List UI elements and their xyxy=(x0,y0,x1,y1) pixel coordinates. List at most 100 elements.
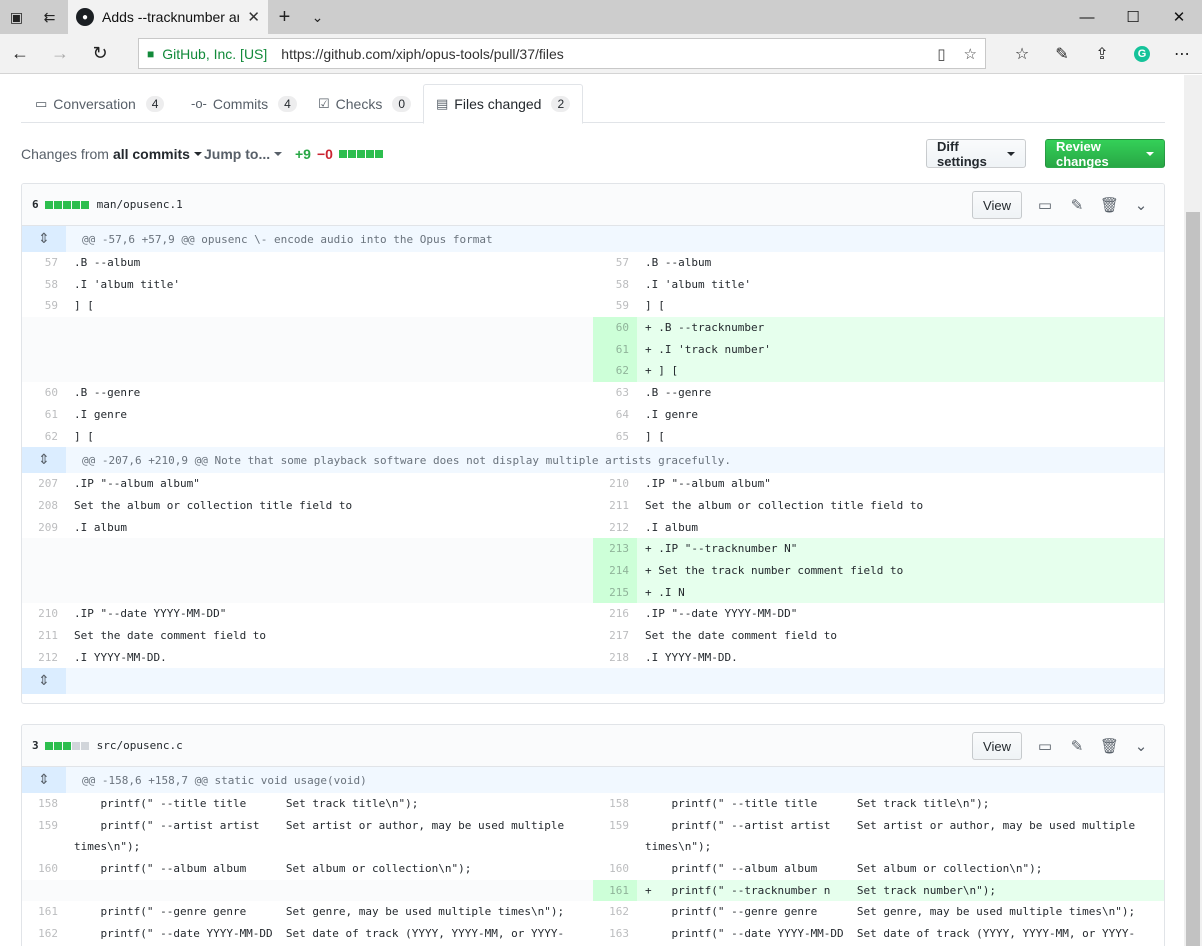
forward-arrow-icon[interactable]: → xyxy=(40,34,80,74)
right-line-number[interactable]: 160 xyxy=(593,858,637,880)
edit-pencil-icon[interactable]: ✎ xyxy=(1068,737,1086,755)
tab-commits[interactable]: -o- Commits 4 xyxy=(191,84,297,123)
left-line-number[interactable]: 209 xyxy=(22,517,66,539)
right-line-number[interactable]: 163 xyxy=(593,923,637,945)
right-line-number[interactable]: 218 xyxy=(593,647,637,669)
right-line-number[interactable]: 212 xyxy=(593,517,637,539)
left-line-number[interactable]: 62 xyxy=(22,426,66,448)
collapse-chevron-icon[interactable]: ⌄ xyxy=(1132,196,1150,214)
view-file-button[interactable]: View xyxy=(972,191,1022,219)
right-line-number[interactable]: 60 xyxy=(593,317,637,339)
left-line-number[interactable]: 61 xyxy=(22,404,66,426)
share-icon[interactable]: ⇪ xyxy=(1082,34,1122,74)
favorite-star-icon[interactable]: ☆ xyxy=(964,45,977,63)
diff-settings-button[interactable]: Diff settings xyxy=(926,139,1026,169)
right-line-number[interactable]: 158 xyxy=(593,793,637,815)
pen-notes-icon[interactable]: ✎ xyxy=(1042,34,1082,74)
right-line-number[interactable]: 162 xyxy=(593,901,637,923)
left-line-number[interactable]: 59 xyxy=(22,295,66,317)
tab-counter: 0 xyxy=(392,95,412,112)
changes-from-dropdown[interactable]: Changes from all commits xyxy=(21,138,202,170)
url-text[interactable]: https://github.com/xiph/opus-tools/pull/… xyxy=(281,46,937,62)
display-rich-diff-icon[interactable]: ▭ xyxy=(1036,737,1054,755)
minimize-icon[interactable]: — xyxy=(1064,0,1110,34)
left-line-number[interactable] xyxy=(22,360,66,383)
left-line-number[interactable]: 60 xyxy=(22,382,66,404)
right-line-number[interactable]: 58 xyxy=(593,274,637,296)
left-line-number[interactable]: 161 xyxy=(22,901,66,923)
left-line-number[interactable]: 57 xyxy=(22,252,66,274)
right-line-number[interactable]: 210 xyxy=(593,473,637,495)
left-line-number[interactable] xyxy=(22,581,66,604)
expand-icon[interactable]: ⇕ xyxy=(22,226,66,252)
expand-icon[interactable]: ⇕ xyxy=(22,668,66,695)
left-line-number[interactable]: 162 xyxy=(22,923,66,945)
right-line-number[interactable]: 213 xyxy=(593,538,637,560)
left-line-number[interactable] xyxy=(22,338,66,361)
delete-trash-icon[interactable]: 🗑 xyxy=(1100,196,1119,214)
site-identity[interactable]: GitHub, Inc. [US] xyxy=(162,46,267,62)
left-code xyxy=(66,538,593,560)
tab-conversation[interactable]: ▭ Conversation 4 xyxy=(35,84,165,123)
left-line-number[interactable]: 58 xyxy=(22,274,66,296)
right-line-number[interactable]: 64 xyxy=(593,404,637,426)
left-line-number[interactable] xyxy=(22,879,66,902)
set-aside-tabs-icon[interactable]: ⇇ xyxy=(33,0,66,34)
right-line-number[interactable]: 59 xyxy=(593,295,637,317)
grammarly-extension-icon[interactable]: G xyxy=(1122,34,1162,74)
right-line-number[interactable]: 57 xyxy=(593,252,637,274)
left-line-number[interactable]: 212 xyxy=(22,647,66,669)
favorites-hub-icon[interactable]: ☆ xyxy=(1002,34,1042,74)
display-rich-diff-icon[interactable]: ▭ xyxy=(1036,196,1054,214)
right-line-number[interactable]: 216 xyxy=(593,603,637,625)
right-line-number[interactable]: 214 xyxy=(593,559,637,582)
tab-files-changed[interactable]: ▤ Files changed 2 xyxy=(423,84,584,124)
expand-icon[interactable]: ⇕ xyxy=(22,767,66,793)
expand-icon[interactable]: ⇕ xyxy=(22,447,66,474)
left-side: 61 .I genre xyxy=(22,404,593,426)
close-window-icon[interactable]: ✕ xyxy=(1156,0,1202,34)
tab-checks[interactable]: ☑ Checks 0 xyxy=(318,84,412,123)
collapse-chevron-icon[interactable]: ⌄ xyxy=(1132,737,1150,755)
right-line-number[interactable]: 215 xyxy=(593,581,637,604)
review-changes-button[interactable]: Review changes xyxy=(1045,139,1165,169)
file-path[interactable]: man/opusenc.1 xyxy=(97,198,183,211)
right-line-number[interactable]: 62 xyxy=(593,360,637,383)
left-line-number[interactable]: 160 xyxy=(22,858,66,880)
left-line-number[interactable] xyxy=(22,559,66,582)
left-line-number[interactable] xyxy=(22,317,66,339)
right-line-number[interactable]: 211 xyxy=(593,495,637,517)
close-tab-icon[interactable]: ✕ xyxy=(247,8,260,26)
page-scrollbar[interactable] xyxy=(1184,75,1202,946)
left-line-number[interactable]: 207 xyxy=(22,473,66,495)
left-line-number[interactable] xyxy=(22,538,66,560)
edit-pencil-icon[interactable]: ✎ xyxy=(1068,196,1086,214)
refresh-icon[interactable]: ↻ xyxy=(80,34,120,74)
right-line-number[interactable]: 61 xyxy=(593,338,637,361)
back-arrow-icon[interactable]: ← xyxy=(0,34,40,74)
view-file-button[interactable]: View xyxy=(972,732,1022,760)
delete-trash-icon[interactable]: 🗑 xyxy=(1100,737,1119,755)
more-menu-icon[interactable]: ⋯ xyxy=(1162,34,1202,74)
maximize-icon[interactable]: ☐ xyxy=(1110,0,1156,34)
browser-tab[interactable]: ● Adds --tracknumber arg ✕ xyxy=(68,0,268,34)
right-line-number[interactable]: 159 xyxy=(593,815,637,858)
right-line-number[interactable]: 65 xyxy=(593,426,637,448)
right-line-number[interactable]: 63 xyxy=(593,382,637,404)
tab-actions-icon[interactable]: ▣ xyxy=(0,0,33,34)
right-line-number[interactable]: 161 xyxy=(593,879,637,902)
comment-discussion-icon: ▭ xyxy=(35,95,48,111)
right-line-number[interactable]: 217 xyxy=(593,625,637,647)
tab-list-chevron-icon[interactable]: ⌄ xyxy=(301,0,334,34)
left-line-number[interactable]: 208 xyxy=(22,495,66,517)
left-line-number[interactable]: 159 xyxy=(22,815,66,858)
left-line-number[interactable]: 210 xyxy=(22,603,66,625)
scrollbar-thumb[interactable] xyxy=(1186,212,1200,946)
reading-view-icon[interactable]: ▯ xyxy=(937,45,945,63)
address-bar[interactable]: ■ GitHub, Inc. [US] https://github.com/x… xyxy=(138,38,986,69)
left-line-number[interactable]: 211 xyxy=(22,625,66,647)
new-tab-icon[interactable]: + xyxy=(268,0,301,34)
file-path[interactable]: src/opusenc.c xyxy=(97,739,183,752)
left-line-number[interactable]: 158 xyxy=(22,793,66,815)
jump-to-dropdown[interactable]: Jump to... xyxy=(204,138,283,170)
